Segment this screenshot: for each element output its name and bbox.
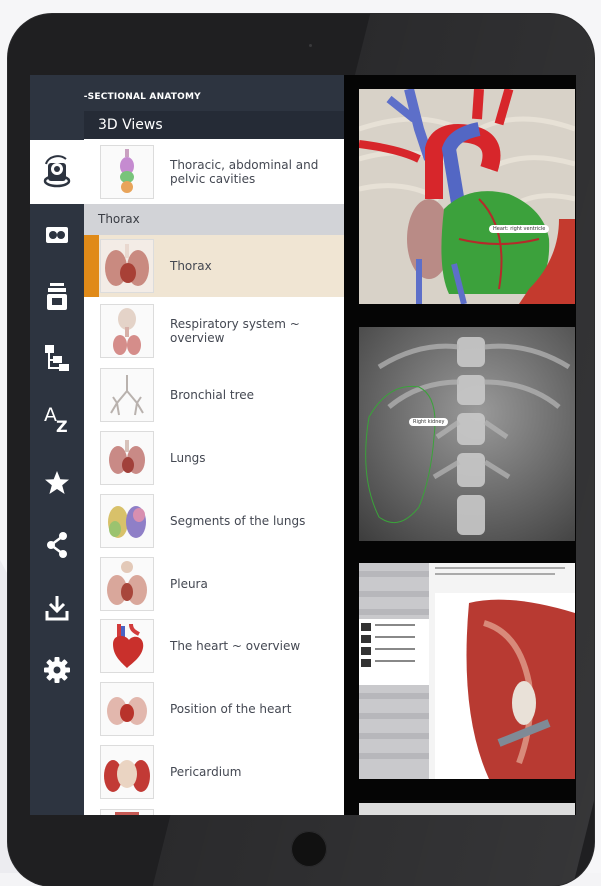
featured-item-label: Thoracic, abdominal and pelvic cavities (170, 158, 319, 186)
a-z-index-icon: A Z (44, 404, 68, 434)
icon-rail: A Z (30, 75, 84, 815)
list-item-pleura[interactable]: Pleura (84, 553, 344, 615)
thumb-segments (100, 494, 154, 548)
partial-thumbnail-icon (115, 812, 139, 815)
heart-thumbnail-icon (113, 623, 144, 668)
section-header: 3D Views (84, 111, 344, 139)
item-label: Respiratory system ~ overview (170, 317, 300, 345)
cross-section-icon (46, 227, 68, 243)
thumb-bronchial (100, 368, 154, 422)
item-label: Thorax (170, 259, 212, 273)
bronchial-tree-thumbnail-icon (110, 375, 144, 416)
xray-preview[interactable]: Right kidney (359, 327, 575, 541)
star-icon (45, 471, 69, 494)
featured-list-item[interactable]: Thoracic, abdominal and pelvic cavities (84, 140, 344, 204)
list-item-bronchial[interactable]: Bronchial tree (84, 364, 344, 426)
list-item-partial[interactable] (84, 805, 344, 815)
list-item-respiratory[interactable]: Respiratory system ~ overview (84, 300, 344, 362)
thumb-heart (100, 619, 154, 673)
3d-rotate-icon (43, 155, 71, 188)
thumb-respiratory (100, 304, 154, 358)
rail-top (30, 75, 84, 140)
rail-download-button[interactable] (30, 578, 84, 638)
item-label: The heart ~ overview (170, 639, 301, 653)
item-label: Pericardium (170, 765, 242, 779)
app-header: CROSS-SECTIONAL ANATOMY (84, 75, 344, 111)
featured-thumbnail (100, 145, 154, 199)
selection-marker (84, 235, 99, 297)
category-header: Thorax (84, 204, 344, 235)
list-item-position-heart[interactable]: Position of the heart (84, 678, 344, 740)
section-title: 3D Views (98, 117, 163, 133)
xray-image (359, 327, 575, 541)
home-button[interactable] (291, 831, 327, 867)
app-screen: A Z -SECTIONAL ANATOMY 3D Views Thoracic… (30, 75, 576, 815)
hierarchy-icon (45, 345, 69, 371)
structure-tag: Heart: right ventricle (489, 225, 550, 233)
lung-segments-thumbnail-icon (108, 506, 146, 538)
item-label: Position of the heart (170, 702, 292, 716)
thumb-pericardium (100, 745, 154, 799)
list-item-pericardium[interactable]: Pericardium (84, 741, 344, 803)
rail-favorites-button[interactable] (30, 453, 84, 513)
thumb-pleura (100, 557, 154, 611)
share-icon (47, 532, 67, 558)
list-item-segments[interactable]: Segments of the lungs (84, 490, 344, 552)
thorax-thumbnail-icon (101, 240, 153, 292)
list-item-heart-overview[interactable]: The heart ~ overview (84, 615, 344, 677)
rail-3d-views-button[interactable] (30, 140, 84, 204)
list-item-lungs[interactable]: Lungs (84, 427, 344, 489)
rail-a-z-button[interactable]: A Z (30, 389, 84, 449)
preview-column: Heart: right ventricle Right kidney (344, 75, 576, 815)
gear-icon (44, 657, 70, 683)
category-title: Thorax (98, 212, 140, 226)
thumb-position (100, 682, 154, 736)
rail-sections-button[interactable] (30, 205, 84, 265)
document-image (359, 563, 575, 779)
list-item-thorax[interactable]: Thorax (84, 235, 344, 297)
layers-icon (47, 283, 67, 310)
document-preview[interactable] (359, 563, 575, 779)
rail-settings-button[interactable] (30, 640, 84, 700)
pleura-thumbnail-icon (107, 561, 147, 605)
structure-tag: Right kidney (409, 418, 449, 426)
heart-3d-preview[interactable]: Heart: right ventricle (359, 89, 575, 304)
pericardium-thumbnail-icon (104, 760, 150, 792)
thumb-partial (100, 809, 154, 815)
next-preview[interactable] (359, 803, 575, 815)
front-camera (309, 44, 312, 47)
item-label: Bronchial tree (170, 388, 255, 402)
app-title: CROSS-SECTIONAL ANATOMY (84, 92, 201, 102)
item-label: Pleura (170, 577, 208, 591)
item-label: Segments of the lungs (170, 514, 306, 528)
rail-layers-button[interactable] (30, 267, 84, 327)
heart-3d-image (359, 89, 575, 304)
svg-text:Z: Z (56, 417, 68, 434)
topic-list-panel: CROSS-SECTIONAL ANATOMY 3D Views Thoraci… (84, 75, 344, 815)
rail-hierarchy-button[interactable] (30, 328, 84, 388)
torso-organs-icon (120, 149, 134, 193)
thumb-lungs (100, 431, 154, 485)
heart-position-thumbnail-icon (107, 697, 147, 725)
download-icon (45, 596, 69, 621)
rail-share-button[interactable] (30, 515, 84, 575)
item-label: Lungs (170, 451, 206, 465)
thumb-thorax (100, 239, 154, 293)
lungs-thumbnail-icon (109, 440, 145, 474)
respiratory-thumbnail-icon (113, 308, 141, 355)
